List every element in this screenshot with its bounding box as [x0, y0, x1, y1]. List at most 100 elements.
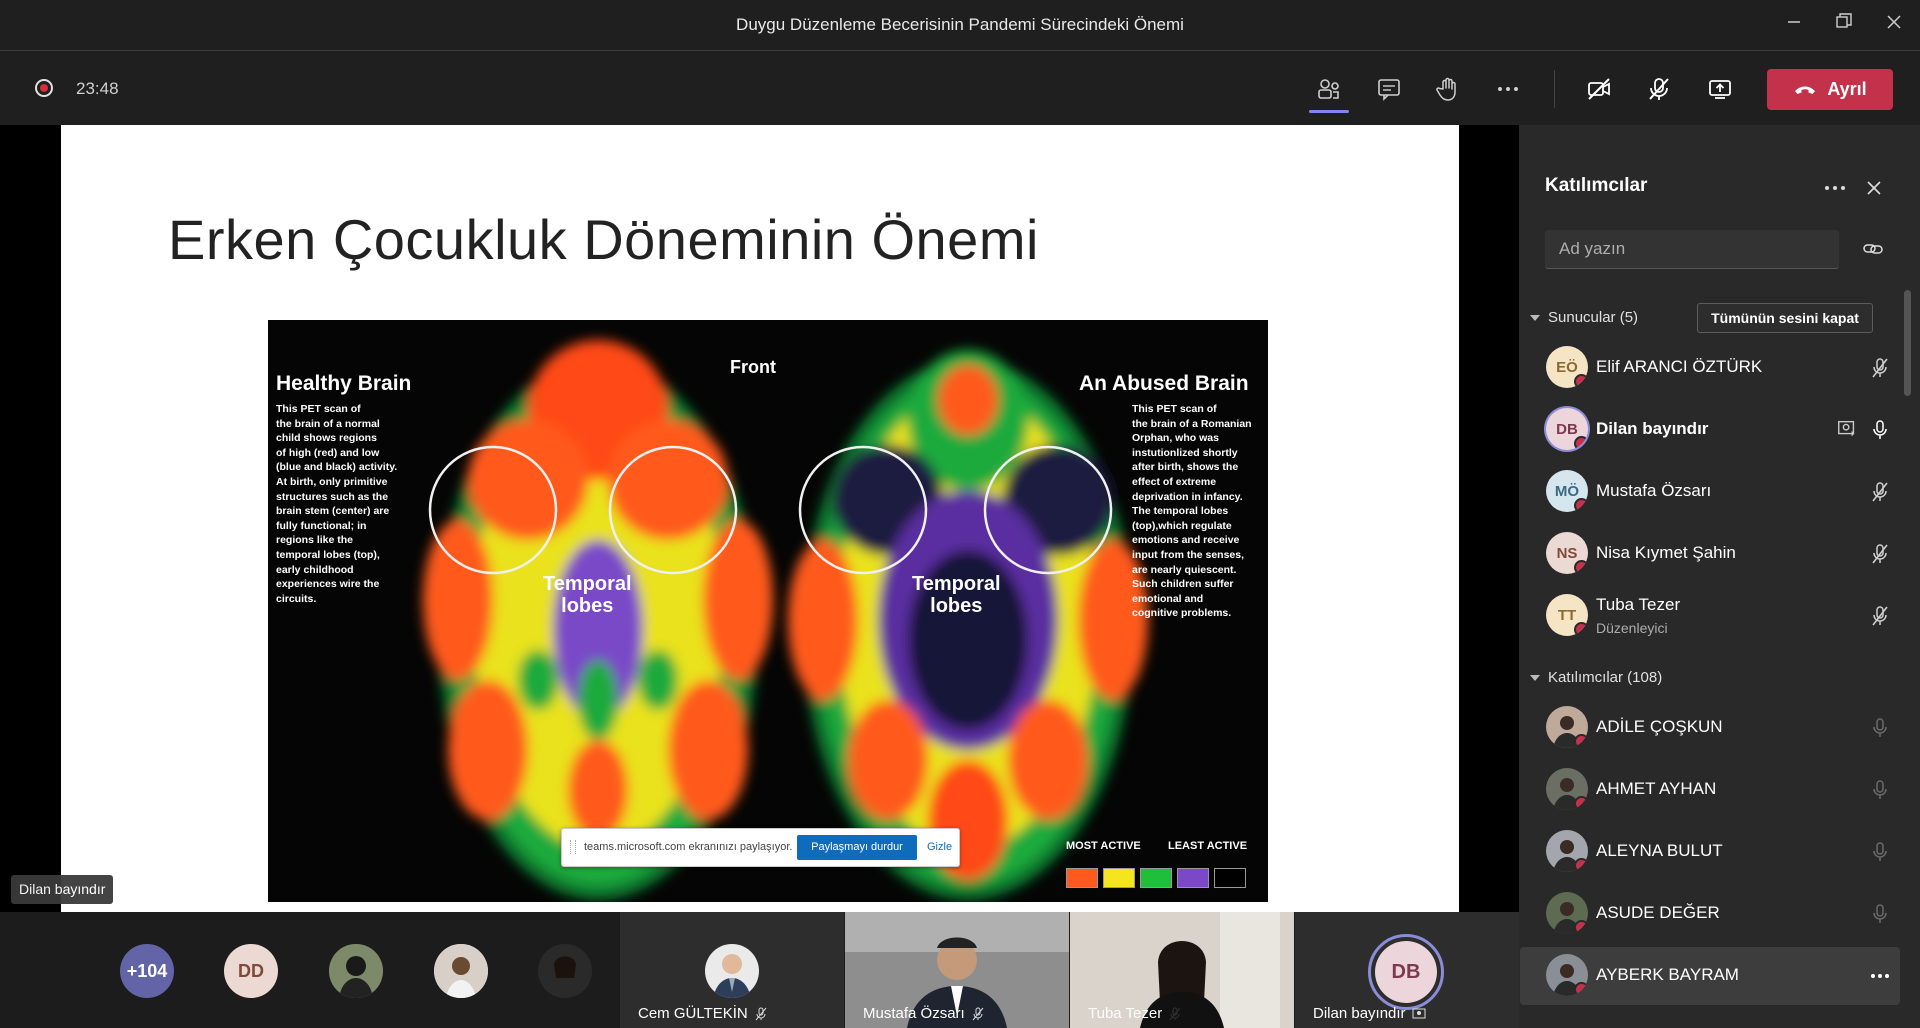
mic-icon[interactable]	[1868, 778, 1892, 802]
call-toolbar	[0, 51, 1920, 124]
avatar-initials: TT	[1557, 606, 1577, 624]
mic-icon[interactable]	[1868, 716, 1892, 740]
leave-button[interactable]: Ayrıl	[1767, 69, 1893, 110]
presenters-section-header[interactable]: Sunucular (5)	[1530, 309, 1638, 326]
tile-name-text: Tuba Tezer	[1088, 1005, 1163, 1022]
presenters-section-label: Sunucular (5)	[1548, 309, 1639, 326]
mic-off-icon[interactable]	[1868, 356, 1892, 380]
mic-off-icon[interactable]	[1868, 604, 1892, 628]
close-window-icon[interactable]	[1882, 12, 1906, 36]
drag-handle-icon[interactable]	[570, 840, 576, 854]
lobes-word: lobes	[930, 595, 983, 617]
participant-name: ASUDE DEĞER	[1596, 903, 1720, 922]
gallery-avatar-photo[interactable]	[329, 944, 383, 998]
participant-row[interactable]: AHMET AYHAN	[1520, 761, 1900, 819]
participant-avatar	[1546, 830, 1588, 872]
hide-banner-link[interactable]: Gizle	[927, 841, 952, 853]
participant-name: Nisa Kıymet Şahin	[1596, 543, 1736, 562]
chat-icon[interactable]	[1372, 72, 1406, 106]
legend-color-box	[1177, 868, 1209, 888]
participant-row[interactable]: ADİLE ÇOŞKUN	[1520, 699, 1900, 757]
call-timer: 23:48	[76, 79, 119, 98]
participant-row[interactable]: EÖ Elif ARANCI ÖZTÜRK	[1520, 339, 1900, 397]
panel-title: Katılımcılar	[1545, 175, 1648, 196]
brain-scan-graphic	[423, 340, 1148, 900]
attendees-section-header[interactable]: Katılımcılar (108)	[1530, 669, 1662, 686]
participant-name: ALEYNA BULUT	[1596, 841, 1723, 860]
legend-color-box	[1066, 868, 1098, 888]
window-title-bar: Duygu Düzenleme Becerisinin Pandemi Süre…	[0, 0, 1920, 51]
participant-row[interactable]: ALEYNA BULUT	[1520, 823, 1900, 881]
video-tile[interactable]: DB Dilan bayındır	[1295, 912, 1519, 1028]
mic-off-icon[interactable]	[1868, 480, 1892, 504]
mic-off-icon	[755, 1007, 767, 1020]
participant-search-input[interactable]	[1545, 230, 1839, 268]
avatar-initials: EÖ	[1556, 358, 1578, 376]
presence-badge	[1574, 920, 1588, 934]
mic-icon[interactable]	[1868, 418, 1892, 442]
gallery-avatar-dd[interactable]: DD	[224, 944, 278, 998]
avatar-initials: DB	[1556, 420, 1578, 438]
tile-name-text: Mustafa Özsarı	[863, 1005, 965, 1022]
panel-scrollbar[interactable]	[1904, 290, 1911, 396]
participant-row[interactable]: DB Dilan bayındır	[1520, 401, 1900, 459]
video-tile[interactable]: Cem GÜLTEKİN	[620, 912, 844, 1028]
raise-hand-icon[interactable]	[1431, 72, 1465, 106]
mic-off-icon	[1169, 1007, 1181, 1020]
share-invite-link-icon[interactable]	[1862, 238, 1884, 260]
stop-sharing-button[interactable]: Paylaşmayı durdur	[797, 835, 917, 860]
mic-icon[interactable]	[1868, 902, 1892, 926]
mute-all-button[interactable]: Tümünün sesini kapat	[1697, 303, 1873, 333]
front-label: Front	[730, 357, 776, 377]
gallery-avatar-photo[interactable]	[434, 944, 488, 998]
participant-row[interactable]: NS Nisa Kıymet Şahin	[1520, 525, 1900, 583]
presence-badge	[1574, 560, 1588, 574]
video-tile[interactable]: Tuba Tezer	[1070, 912, 1294, 1028]
share-message: teams.microsoft.com ekranınızı paylaşıyo…	[584, 841, 793, 853]
legend-color-box	[1103, 868, 1135, 888]
minimize-icon[interactable]	[1782, 12, 1806, 36]
restore-icon[interactable]	[1832, 12, 1856, 36]
participant-row[interactable]: AYBERK BAYRAM	[1520, 947, 1900, 1005]
screen-share-banner: teams.microsoft.com ekranınızı paylaşıyo…	[561, 828, 960, 867]
slide-title: Erken Çocukluk Döneminin Önemi	[168, 208, 1039, 271]
presence-badge	[1574, 622, 1588, 636]
healthy-brain-description: This PET scan of the brain of a normal c…	[276, 403, 398, 605]
presence-badge	[1574, 858, 1588, 872]
overflow-participants-button[interactable]: +104	[120, 944, 174, 998]
tile-name-text: Cem GÜLTEKİN	[638, 1005, 748, 1022]
mic-off-icon[interactable]	[1642, 72, 1676, 106]
sharing-icon	[1412, 1008, 1426, 1018]
avatar-initials: MÖ	[1554, 482, 1580, 500]
mic-off-icon[interactable]	[1868, 542, 1892, 566]
share-screen-icon[interactable]	[1703, 72, 1737, 106]
legend-least-active: LEAST ACTIVE	[1168, 840, 1248, 852]
participant-row[interactable]: TT Tuba Tezer Düzenleyici	[1520, 587, 1900, 645]
legend-color-box	[1140, 868, 1172, 888]
legend-most-active: MOST ACTIVE	[1066, 840, 1141, 852]
video-tile[interactable]: Mustafa Özsarı	[845, 912, 1069, 1028]
participant-avatar: TT	[1546, 594, 1588, 636]
attendees-section-label: Katılımcılar (108)	[1548, 669, 1663, 686]
close-panel-icon[interactable]	[1864, 178, 1884, 198]
presence-badge	[1574, 982, 1588, 996]
mic-icon[interactable]	[1868, 840, 1892, 864]
panel-more-icon[interactable]	[1821, 176, 1849, 200]
participant-row[interactable]: MÖ Mustafa Özsarı	[1520, 463, 1900, 521]
more-options-icon[interactable]	[1868, 964, 1892, 988]
presence-badge	[1574, 436, 1588, 450]
participants-icon[interactable]	[1312, 72, 1346, 106]
participant-photo	[705, 944, 759, 998]
participant-name: Elif ARANCI ÖZTÜRK	[1596, 357, 1763, 376]
participant-row[interactable]: ASUDE DEĞER	[1520, 885, 1900, 943]
more-options-icon[interactable]	[1491, 72, 1525, 106]
camera-off-icon[interactable]	[1582, 72, 1616, 106]
participant-avatar: NS	[1546, 532, 1588, 574]
recording-icon	[35, 79, 53, 97]
mic-off-icon	[972, 1007, 984, 1020]
presence-badge	[1574, 796, 1588, 810]
toolbar-separator	[1554, 70, 1555, 108]
participant-avatar	[1546, 706, 1588, 748]
participant-name: Tuba Tezer	[1596, 595, 1681, 614]
gallery-avatar-photo[interactable]	[538, 944, 592, 998]
